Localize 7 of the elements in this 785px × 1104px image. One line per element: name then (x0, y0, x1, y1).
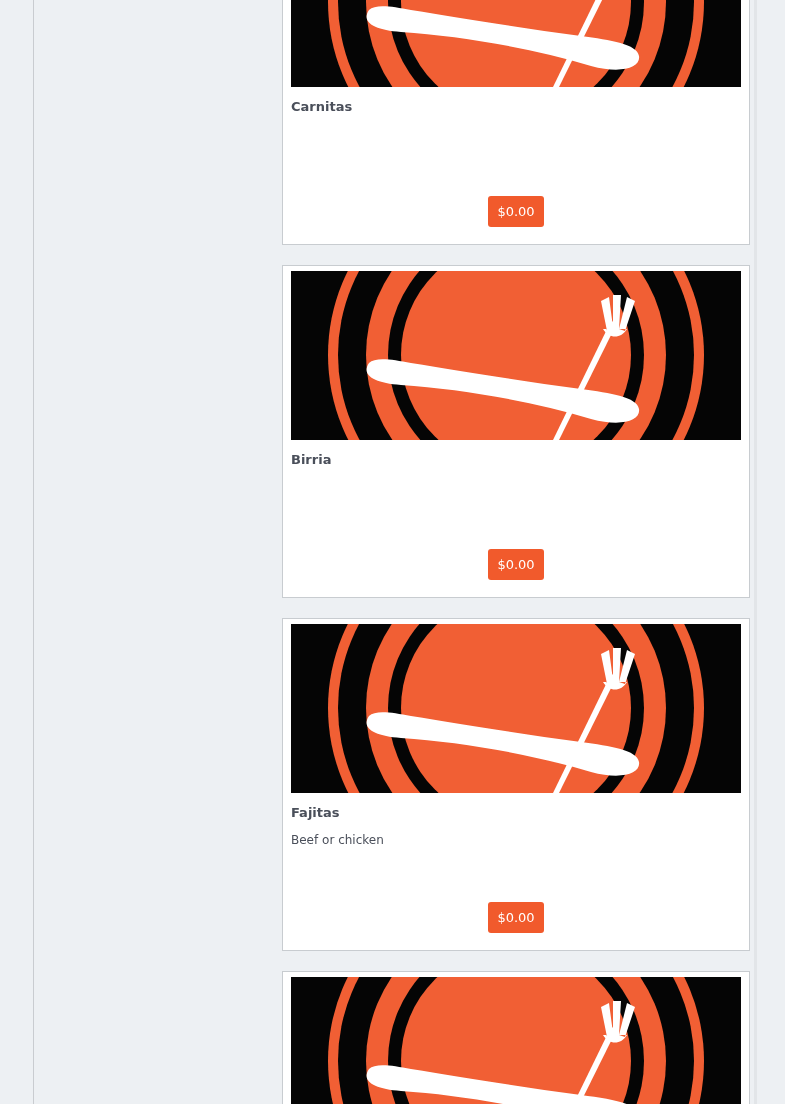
item-name: Fajitas (291, 804, 341, 822)
item-description: Beef or chicken (291, 832, 385, 848)
item-name: Carnitas (291, 98, 354, 116)
item-name: Birria (291, 451, 333, 469)
price-button[interactable]: $0.00 (488, 549, 544, 580)
price-button[interactable]: $0.00 (488, 902, 544, 933)
price-button[interactable]: $0.00 (488, 196, 544, 227)
